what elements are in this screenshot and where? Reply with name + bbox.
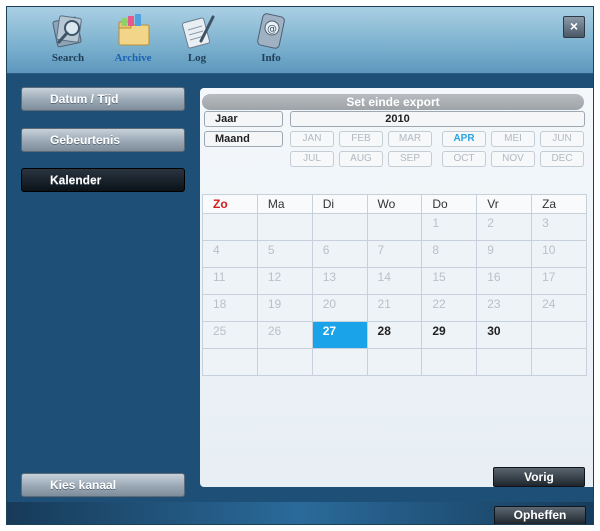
day-cell: 26 [256,321,313,349]
day-cell: 19 [256,294,313,322]
month-button-apr[interactable]: APR [442,131,486,147]
month-button-dec[interactable]: DEC [540,151,584,167]
day-cell: 17 [531,267,587,295]
toolbar-log-label: Log [187,52,207,64]
day-cell [311,348,368,376]
day-cell: 10 [531,240,587,268]
day-cell: 4 [202,240,258,268]
year-label: Jaar [204,111,283,127]
day-cell [531,321,587,349]
day-cell [366,348,423,376]
toolbar-archive-button[interactable]: Archive [105,11,161,64]
cancel-button[interactable]: Opheffen [494,506,586,524]
search-icon [52,15,82,48]
weekday-header-za: Za [531,194,587,214]
month-button-oct[interactable]: OCT [442,151,486,167]
footer-bar: Opheffen [7,502,593,524]
day-cell: 24 [531,294,587,322]
day-cell: 11 [202,267,258,295]
svg-text:@: @ [267,24,277,35]
day-cell-selectable[interactable]: 30 [476,321,533,349]
archive-window: Search Archive Log @ Info × Datum / Tijd… [6,6,594,525]
day-cell: 7 [366,240,423,268]
day-cell [531,348,587,376]
month-button-jul[interactable]: JUL [290,151,334,167]
sidebar-item-datum-tijd[interactable]: Datum / Tijd [21,87,185,111]
month-button-jun[interactable]: JUN [540,131,584,147]
day-cell [202,348,258,376]
close-button[interactable]: × [563,16,585,38]
toolbar-info-button[interactable]: @ Info [251,11,291,64]
toolbar-info-label: Info [261,52,281,64]
weekday-header-zo: Zo [202,194,258,214]
day-cell: 18 [202,294,258,322]
day-cell: 23 [476,294,533,322]
day-cell-selected[interactable]: 27 [311,321,368,349]
day-cell [476,348,533,376]
day-cell: 12 [256,267,313,295]
day-cell [311,213,368,241]
day-cell: 20 [311,294,368,322]
day-cell: 22 [421,294,478,322]
weekday-header-vr: Vr [476,194,533,214]
sidebar-item-gebeurtenis[interactable]: Gebeurtenis [21,128,185,152]
toolbar-log-button[interactable]: Log [177,11,217,64]
day-cell [421,348,478,376]
day-cell: 21 [366,294,423,322]
day-cell: 13 [311,267,368,295]
calendar-week-row [202,348,587,376]
close-icon: × [569,18,579,34]
previous-button[interactable]: Vorig [493,467,585,487]
day-cell-selectable[interactable]: 28 [366,321,423,349]
calendar-week-row: 1 2 3 [202,213,587,241]
toolbar-search-label: Search [51,52,85,64]
toolbar: Search Archive Log @ Info × [7,7,593,74]
day-cell: 8 [421,240,478,268]
month-label: Maand [204,131,283,147]
month-button-nov[interactable]: NOV [491,151,535,167]
day-cell: 15 [421,267,478,295]
calendar-week-row: 18 19 20 21 22 23 24 [202,294,587,322]
day-cell: 3 [531,213,587,241]
weekday-header-do: Do [421,194,478,214]
day-cell [256,213,313,241]
day-cell: 2 [476,213,533,241]
day-cell-selectable[interactable]: 29 [421,321,478,349]
weekday-header-di: Di [311,194,368,214]
toolbar-search-button[interactable]: Search [43,11,93,64]
window-body: Datum / Tijd Gebeurtenis Kalender Kies k… [7,74,593,502]
calendar-week-row: 11 12 13 14 15 16 17 [202,267,587,295]
month-button-mar[interactable]: MAR [388,131,432,147]
month-button-feb[interactable]: FEB [339,131,383,147]
day-cell: 25 [202,321,258,349]
archive-folder-icon [118,14,150,46]
month-button-mei[interactable]: MEI [491,131,535,147]
day-cell: 9 [476,240,533,268]
info-device-icon: @ [257,13,285,49]
weekday-header-ma: Ma [256,194,313,214]
day-cell [366,213,423,241]
day-cell [256,348,313,376]
weekday-header-row: Zo Ma Di Wo Do Vr Za [202,194,587,214]
calendar-panel: Set einde export Jaar 2010 Maand JAN FEB… [200,88,593,487]
month-button-sep[interactable]: SEP [388,151,432,167]
toolbar-archive-label: Archive [114,52,152,64]
month-button-jan[interactable]: JAN [290,131,334,147]
kies-kanaal-button[interactable]: Kies kanaal [21,473,185,497]
panel-title: Set einde export [202,94,584,110]
calendar-week-row: 25 26 27 28 29 30 [202,321,587,349]
day-cell: 1 [421,213,478,241]
calendar-week-row: 4 5 6 7 8 9 10 [202,240,587,268]
day-cell: 6 [311,240,368,268]
year-field[interactable]: 2010 [290,111,585,127]
day-cell: 16 [476,267,533,295]
calendar-grid: Zo Ma Di Wo Do Vr Za 1 2 3 4 5 6 7 8 9 1… [202,194,587,376]
day-cell: 14 [366,267,423,295]
day-cell [202,213,258,241]
log-notepad-icon [181,15,215,49]
weekday-header-wo: Wo [366,194,423,214]
day-cell: 5 [256,240,313,268]
month-button-aug[interactable]: AUG [339,151,383,167]
sidebar-item-kalender[interactable]: Kalender [21,168,185,192]
